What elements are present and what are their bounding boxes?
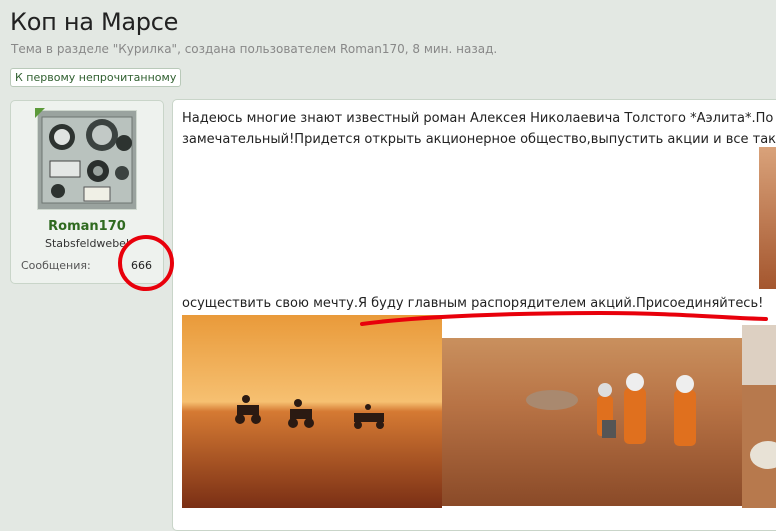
post-content: Надеюсь многие знают известный роман Але… bbox=[172, 99, 776, 531]
messages-label: Сообщения: bbox=[21, 259, 91, 272]
post-text-line: Надеюсь многие знают известный роман Але… bbox=[182, 111, 774, 126]
thread-subtitle: Тема в разделе "Курилка", создана пользо… bbox=[11, 42, 498, 56]
online-indicator-icon bbox=[35, 108, 45, 118]
mars-atv-image[interactable] bbox=[182, 315, 442, 508]
post-image-partial bbox=[759, 147, 776, 289]
radio-equipment-image bbox=[38, 111, 136, 209]
user-card: Roman170 Stabsfeldwebel Сообщения: 666 bbox=[10, 100, 164, 284]
avatar[interactable] bbox=[37, 110, 137, 210]
post-text-line: замечательный!Придется открыть акционерн… bbox=[182, 132, 776, 147]
messages-count: 666 bbox=[131, 259, 152, 272]
mars-image-partial[interactable] bbox=[742, 325, 776, 508]
mars-astronauts-image[interactable] bbox=[442, 338, 742, 506]
page-title: Коп на Марсе bbox=[10, 8, 179, 36]
username-link[interactable]: Roman170 bbox=[11, 219, 163, 234]
post-text-line: осуществить свою мечту.Я буду главным ра… bbox=[182, 296, 764, 311]
user-title: Stabsfeldwebel bbox=[45, 237, 129, 250]
first-unread-button[interactable]: К первому непрочитанному bbox=[10, 68, 182, 87]
